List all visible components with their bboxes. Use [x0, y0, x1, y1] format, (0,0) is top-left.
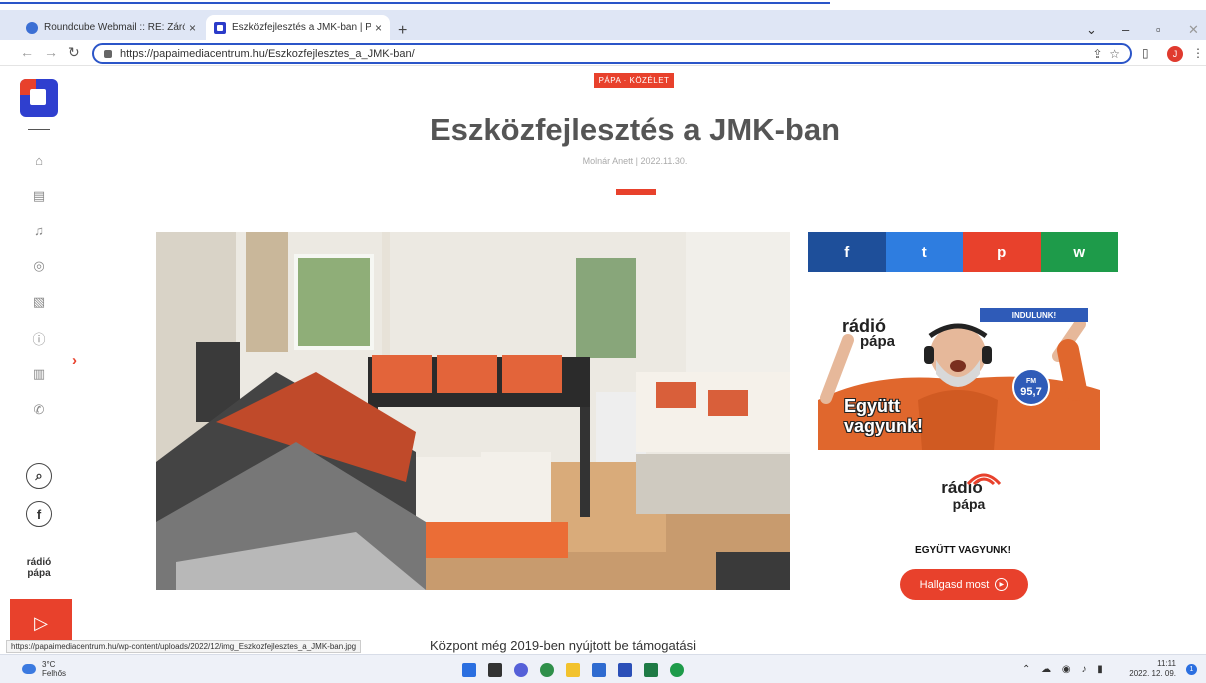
radio-widget-slogan: EGYÜTT VAGYUNK! [915, 545, 1011, 556]
app-icon[interactable] [670, 663, 684, 677]
ad-slogan: Együtt vagyunk! [844, 396, 923, 436]
chrome-icon[interactable] [540, 663, 554, 677]
facebook-icon[interactable]: f [26, 501, 52, 527]
chevron-right-icon[interactable]: › [72, 352, 77, 369]
search-taskbar-icon[interactable] [488, 663, 502, 677]
weather-temp: 3°C [42, 660, 56, 669]
tab-title: Eszközfejlesztés a JMK-ban | Pá [232, 22, 371, 33]
play-circle-icon: ▶ [995, 578, 1009, 591]
roundcube-favicon-icon [26, 21, 38, 34]
news-icon[interactable]: ▤ [30, 187, 48, 205]
file-explorer-icon[interactable] [566, 663, 580, 677]
menu-icon[interactable]: ⋮ [1192, 46, 1204, 60]
notification-badge[interactable]: 1 [1186, 664, 1197, 675]
excel-icon[interactable] [644, 663, 658, 677]
cloud-icon [22, 664, 36, 674]
close-tab-icon[interactable]: × [375, 21, 382, 35]
pinterest-icon: p [997, 243, 1007, 261]
tab-papai-media[interactable]: Eszközfejlesztés a JMK-ban | Pá × [206, 15, 390, 40]
sidebar-divider [28, 129, 50, 130]
category-badge[interactable]: PÁPA · KÖZÉLET [594, 73, 674, 88]
forward-icon[interactable]: → [44, 44, 58, 60]
url-input[interactable]: https://papaimediacentrum.hu/Eszkozfejle… [92, 43, 1132, 64]
ad-slogan-line1: Együtt [844, 396, 900, 416]
gallery-icon[interactable]: ▧ [30, 293, 48, 311]
site-logo[interactable] [20, 79, 58, 117]
url-text: https://papaimediacentrum.hu/Eszkozfejle… [120, 47, 415, 60]
tab-title: Roundcube Webmail :: RE: Záró [44, 22, 185, 33]
listen-now-label: Hallgasd most [919, 578, 990, 591]
browser-tab-strip: Roundcube Webmail :: RE: Záró × Eszközfe… [0, 10, 1206, 40]
radio-papa-widget-logo: rádió pápa [920, 473, 1004, 512]
new-tab-button[interactable]: + [398, 22, 407, 40]
word-icon[interactable] [618, 663, 632, 677]
music-icon[interactable]: ♫ [30, 221, 48, 239]
radio-ad-banner[interactable]: INDULUNK! rádió pápa FM 95,7 Együtt vagy… [818, 300, 1118, 460]
home-icon[interactable]: ⌂ [30, 151, 48, 169]
calculator-icon[interactable] [592, 663, 606, 677]
ad-badge: INDULUNK! [980, 308, 1088, 322]
pinterest-share-button[interactable]: p [963, 232, 1041, 272]
teams-icon[interactable] [514, 663, 528, 677]
tab-roundcube[interactable]: Roundcube Webmail :: RE: Záró × [18, 15, 204, 40]
facebook-share-button[interactable]: f [808, 232, 886, 272]
widget-logo-bottom: pápa [952, 496, 986, 512]
maximize-icon[interactable]: ▫ [1156, 22, 1161, 37]
radio-papa-logo[interactable]: rádió pápa [16, 557, 62, 587]
address-bar-row: ← → ↻ https://papaimediacentrum.hu/Eszko… [0, 40, 1206, 66]
tab-search-icon[interactable]: ⌄ [1086, 22, 1097, 38]
lock-icon [104, 49, 112, 58]
phone-icon[interactable]: ✆ [30, 401, 48, 419]
whatsapp-icon: w [1073, 243, 1086, 261]
system-tray-icons[interactable]: ⌃ ☁ ◉ ♪ ▮ [1022, 664, 1107, 675]
article-title: Eszközfejlesztés a JMK-ban [429, 112, 841, 147]
listen-now-button[interactable]: Hallgasd most ▶ [900, 569, 1028, 600]
weather-condition: Felhős [42, 669, 67, 678]
clock-date: 2022. 12. 09. [1129, 669, 1176, 678]
twitter-icon: t [921, 243, 927, 261]
article-body-text: Központ még 2019-ben nyújtott be támogat… [430, 638, 696, 653]
fm-frequency-badge: FM 95,7 [1012, 368, 1050, 406]
ad-logo-bottom: pápa [860, 333, 896, 350]
papai-media-favicon-icon [214, 21, 226, 34]
info-icon[interactable]: ⓘ [30, 329, 48, 347]
status-bar-url: https://papaimediacentrum.hu/wp-content/… [6, 640, 362, 653]
ad-radio-logo: rádió pápa [842, 317, 896, 350]
reload-icon[interactable]: ↻ [68, 44, 80, 61]
link-underline [0, 0, 1206, 10]
twitter-share-button[interactable]: t [885, 232, 963, 272]
weather-widget[interactable]: 3°C Felhős [22, 660, 66, 678]
site-sidebar: ⌂ ▤ ♫ ◎ ▧ ⓘ ▥ ✆ ⌕ f rádió pápa ▷ [0, 67, 78, 647]
article-byline: Molnár Anett | 2022.11.30. [582, 156, 688, 166]
clock-time: 11:11 [1157, 659, 1176, 668]
article-photo[interactable] [156, 232, 790, 590]
fm-label: FM [1025, 378, 1037, 385]
minimize-icon[interactable]: – [1122, 22, 1129, 37]
whatsapp-share-button[interactable]: w [1040, 232, 1118, 272]
document-icon[interactable]: ▥ [30, 365, 48, 383]
search-icon[interactable]: ⌕ [26, 463, 52, 489]
close-tab-icon[interactable]: × [189, 21, 196, 35]
bookmark-star-icon[interactable]: ⇪ ☆ [1093, 47, 1120, 61]
windows-taskbar: 3°C Felhős ⌃ ☁ ◉ ♪ ▮ 11:11 2022. 12. 09.… [0, 654, 1206, 683]
ad-slogan-line2: vagyunk! [844, 416, 924, 436]
podcast-icon[interactable]: ◎ [30, 257, 48, 275]
taskbar-clock[interactable]: 11:11 2022. 12. 09. [1128, 659, 1176, 679]
fm-value: 95,7 [1020, 386, 1042, 398]
share-bar: f t p w [808, 232, 1118, 272]
start-icon[interactable] [462, 663, 476, 677]
back-icon[interactable]: ← [20, 44, 34, 60]
sidepanel-icon[interactable]: ▯ [1142, 46, 1149, 60]
close-window-icon[interactable]: ✕ [1188, 22, 1199, 38]
profile-avatar[interactable]: J [1167, 46, 1183, 62]
title-accent-bar [616, 189, 656, 195]
facebook-icon: f [844, 243, 850, 261]
